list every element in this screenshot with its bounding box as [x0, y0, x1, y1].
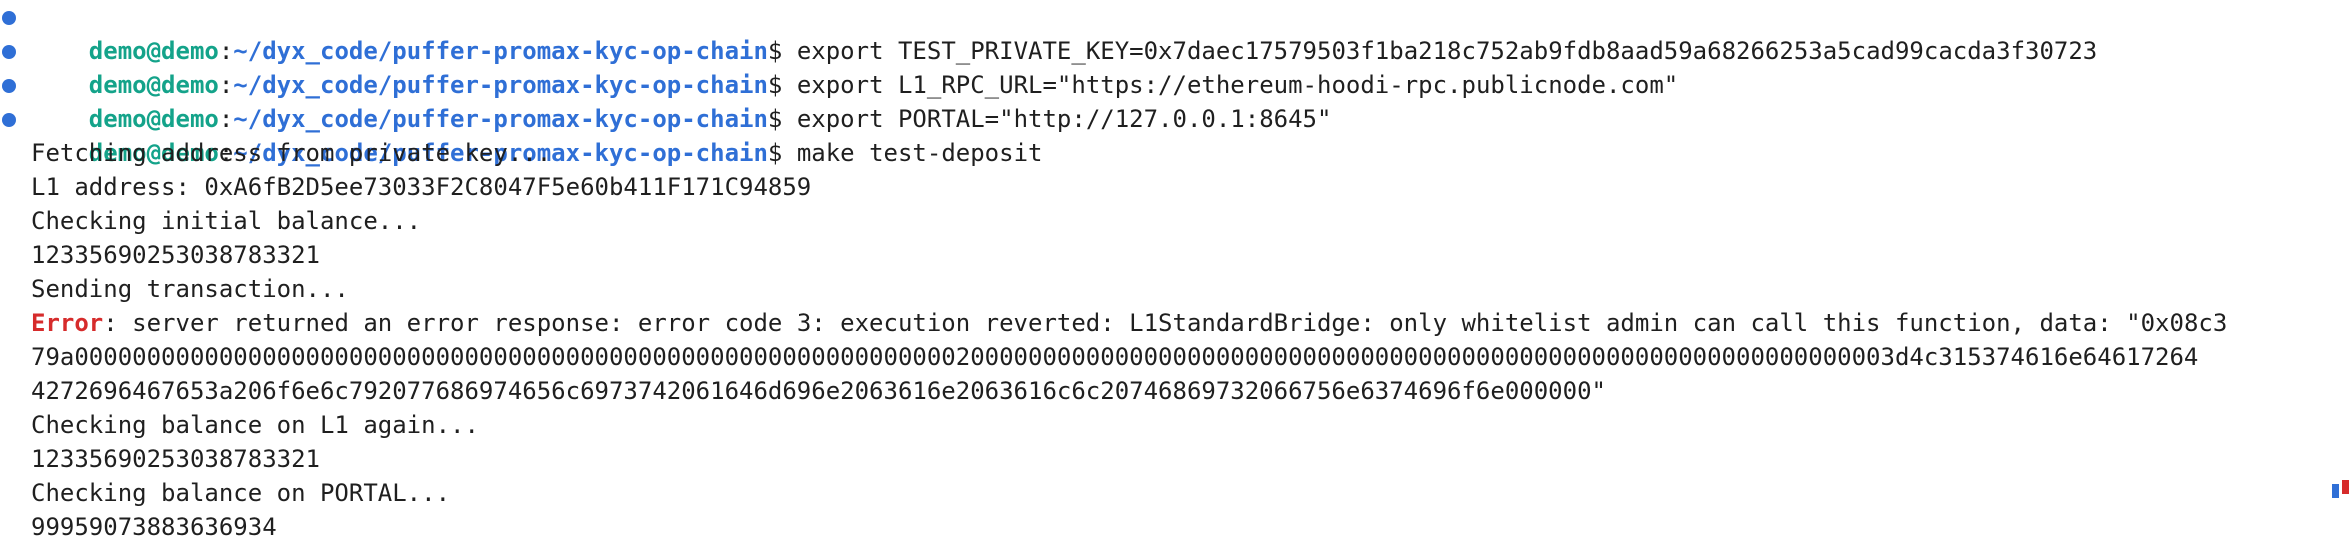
- output-line: Checking balance on L1 again...: [31, 411, 479, 439]
- output-line: Sending transaction...: [31, 275, 349, 303]
- command-status-dot-icon[interactable]: [2, 79, 16, 93]
- terminal-prompt-line: demo@demo:~/dyx_code/puffer-promax-kyc-o…: [0, 68, 2352, 133]
- output-line: Fetching address from private key...: [31, 139, 552, 167]
- output-line: Checking initial balance...: [31, 207, 422, 235]
- command-status-dot-icon[interactable]: [2, 113, 16, 127]
- terminal-prompt-line: demo@demo:~/dyx_code/puffer-promax-kyc-o…: [0, 34, 2352, 99]
- output-line: L1 address: 0xA6fB2D5ee73033F2C8047F5e60…: [31, 173, 812, 201]
- error-line-continued: 4272696467653a206f6e6c792077686974656c69…: [31, 377, 1606, 405]
- terminal-prompt-line: demo@demo:~/dyx_code/puffer-promax-kyc-o…: [0, 0, 2352, 65]
- output-line: Checking balance on PORTAL...: [31, 479, 451, 507]
- command-status-dot-icon[interactable]: [2, 11, 16, 25]
- error-line-continued: 79a0000000000000000000000000000000000000…: [31, 343, 2199, 371]
- error-label: Error: [31, 309, 104, 337]
- scroll-marker-red: [2342, 480, 2349, 494]
- output-line: 99959073883636934: [31, 513, 277, 541]
- terminal-panel[interactable]: demo@demo:~/dyx_code/puffer-promax-kyc-o…: [0, 0, 2352, 541]
- scroll-marker-blue: [2332, 484, 2339, 498]
- output-line: 12335690253038783321: [31, 445, 320, 473]
- output-line: 12335690253038783321: [31, 241, 320, 269]
- error-line: Error: server returned an error response…: [0, 306, 2352, 340]
- terminal-prompt-line: demo@demo:~/dyx_code/puffer-promax-kyc-o…: [0, 102, 2352, 167]
- error-message: : server returned an error response: err…: [103, 309, 2228, 337]
- command-status-dot-icon[interactable]: [2, 45, 16, 59]
- scrollbar-overview[interactable]: [2332, 0, 2352, 538]
